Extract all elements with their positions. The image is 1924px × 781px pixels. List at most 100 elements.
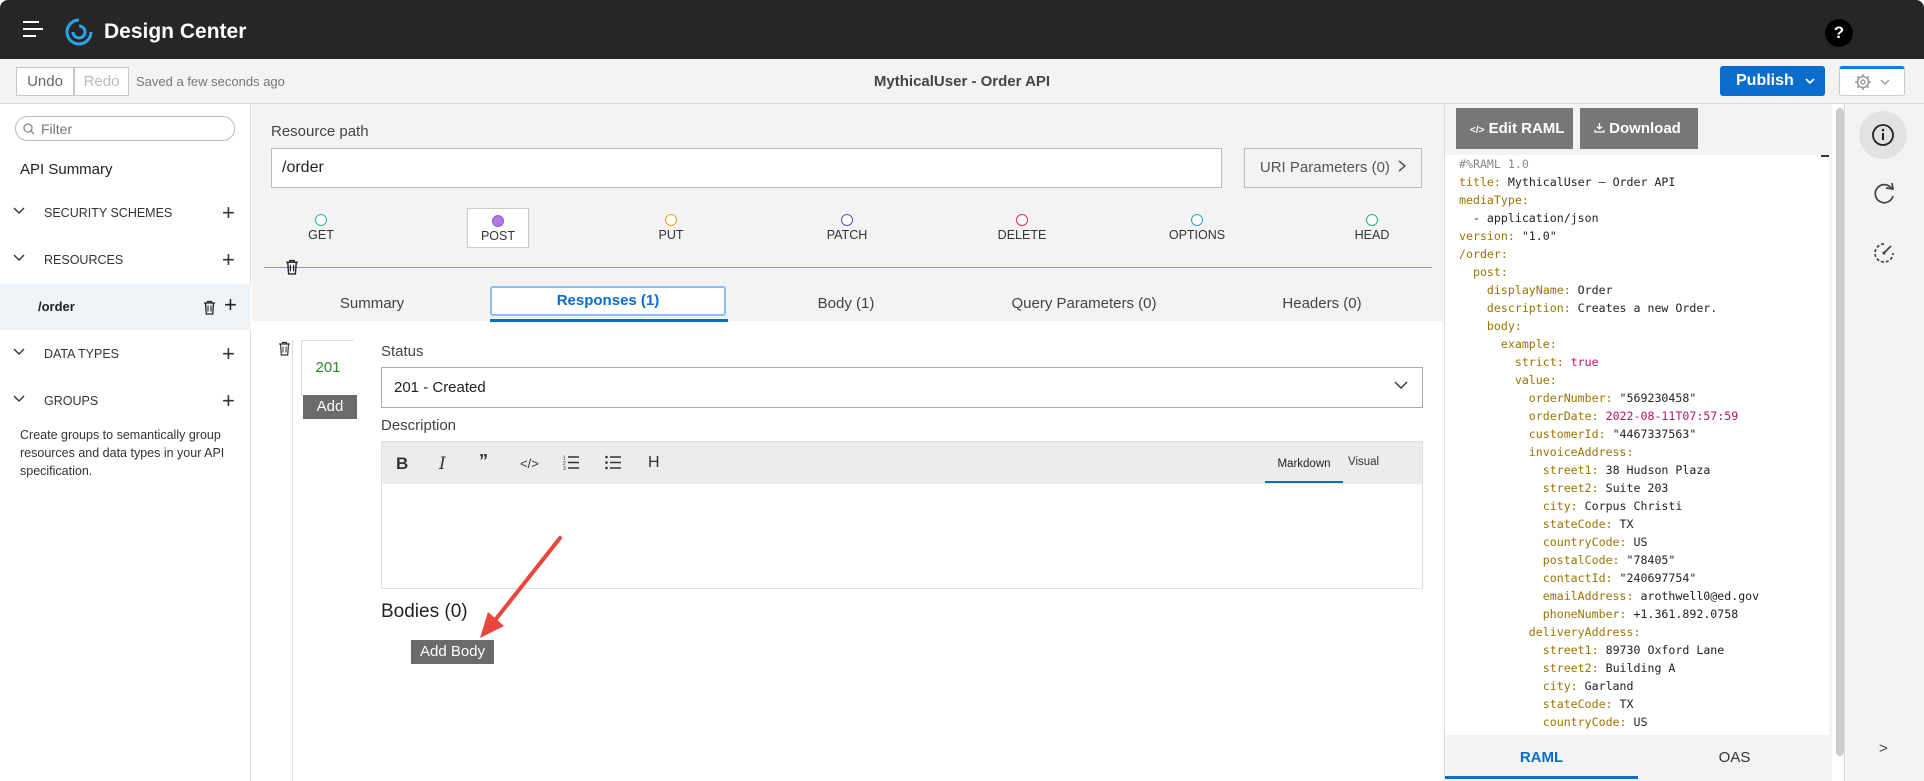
sidebar-item-order[interactable]: /order +	[0, 284, 251, 330]
chevron-down-icon	[13, 207, 25, 214]
menu-icon[interactable]	[23, 21, 43, 37]
api-summary-link[interactable]: API Summary	[20, 161, 113, 178]
linter-gauge-icon[interactable]	[1872, 241, 1896, 265]
tab-query-parameters[interactable]: Query Parameters (0)	[966, 287, 1202, 321]
raml-code-view[interactable]: #%RAML 1.0 title: MythicalUser – Order AP…	[1445, 155, 1829, 735]
editor-toolbar: B I ” </> 123 H Markdown Visual	[382, 442, 1422, 484]
heading-icon[interactable]: H	[648, 454, 660, 472]
chevron-right-icon	[1398, 160, 1407, 172]
description-editor[interactable]: B I ” </> 123 H Markdown Visual	[381, 441, 1423, 589]
add-body-button[interactable]: Add Body	[411, 640, 494, 664]
filter-input[interactable]	[15, 116, 235, 141]
tab-summary[interactable]: Summary	[254, 287, 490, 321]
method-post[interactable]: POST	[467, 208, 529, 248]
trash-icon[interactable]	[203, 300, 216, 315]
trash-icon[interactable]	[278, 341, 291, 356]
method-label: POST	[480, 229, 516, 243]
add-icon[interactable]: +	[222, 202, 235, 224]
response-code-tab[interactable]: 201	[301, 340, 354, 396]
bold-icon[interactable]: B	[396, 454, 408, 474]
chevron-down-icon	[1880, 79, 1890, 85]
section-data-types[interactable]: DATA TYPES +	[0, 335, 251, 375]
method-dot-icon	[1191, 214, 1203, 226]
quote-icon[interactable]: ”	[479, 451, 488, 472]
download-button[interactable]: Download	[1580, 108, 1698, 149]
tab-body[interactable]: Body (1)	[728, 287, 964, 321]
bullet-list-icon[interactable]	[605, 455, 622, 470]
tab-oas[interactable]: OAS	[1638, 738, 1831, 779]
method-delete[interactable]: DELETE	[982, 208, 1062, 242]
code-line: body:	[1459, 319, 1522, 333]
groups-help-text: Create groups to semantically group reso…	[20, 428, 225, 478]
trash-icon[interactable]	[285, 259, 299, 275]
method-patch[interactable]: PATCH	[807, 208, 887, 242]
section-resources[interactable]: RESOURCES +	[0, 241, 251, 281]
method-head[interactable]: HEAD	[1332, 208, 1412, 242]
method-dot-icon	[1366, 214, 1378, 226]
code-line: emailAddress: arothwell0@ed.gov	[1459, 589, 1760, 603]
uri-parameters-button[interactable]: URI Parameters (0)	[1244, 148, 1422, 188]
section-groups[interactable]: GROUPS +	[0, 382, 251, 422]
method-dot-icon	[1016, 214, 1028, 226]
method-label: OPTIONS	[1168, 228, 1226, 242]
tab-raml[interactable]: RAML	[1445, 738, 1638, 779]
code-line: street2: Building A	[1459, 661, 1676, 675]
method-label: DELETE	[997, 228, 1047, 242]
info-icon	[1872, 124, 1894, 146]
tab-headers[interactable]: Headers (0)	[1204, 287, 1440, 321]
code-line: /order:	[1459, 247, 1508, 261]
add-icon[interactable]: +	[224, 294, 237, 316]
method-dot-icon	[665, 214, 677, 226]
chevron-down-icon	[13, 348, 25, 355]
method-label: GET	[308, 228, 334, 242]
uri-parameters-label: URI Parameters (0)	[1259, 159, 1390, 176]
code-line: street1: 89730 Oxford Lane	[1459, 643, 1725, 657]
status-value: 201 - Created	[394, 379, 486, 396]
info-button[interactable]	[1859, 111, 1907, 159]
share-icon[interactable]	[1872, 182, 1896, 204]
save-status: Saved a few seconds ago	[136, 74, 285, 89]
undo-button[interactable]: Undo	[16, 67, 74, 96]
add-icon[interactable]: +	[222, 343, 235, 365]
edit-raml-button[interactable]: </> Edit RAML	[1456, 108, 1573, 149]
italic-icon[interactable]: I	[439, 454, 446, 474]
method-label: HEAD	[1354, 228, 1390, 242]
code-icon[interactable]: </>	[520, 456, 539, 471]
help-button[interactable]: ?	[1825, 19, 1853, 47]
tab-markdown[interactable]: Markdown	[1265, 453, 1343, 483]
download-icon	[1594, 123, 1605, 133]
code-line: postalCode: "78405"	[1459, 553, 1676, 567]
method-get[interactable]: GET	[281, 208, 361, 242]
description-label: Description	[381, 417, 457, 434]
section-label: GROUPS	[44, 394, 99, 408]
code-line: strict: true	[1459, 355, 1599, 369]
section-security-schemes[interactable]: SECURITY SCHEMES +	[0, 194, 251, 234]
tab-visual[interactable]: Visual	[1348, 456, 1379, 468]
redo-button[interactable]: Redo	[74, 67, 129, 96]
raml-scrollbar[interactable]	[1836, 108, 1844, 756]
method-put[interactable]: PUT	[631, 208, 711, 242]
code-line: street1: 38 Hudson Plaza	[1459, 463, 1711, 477]
code-line: title: MythicalUser – Order API	[1459, 175, 1676, 189]
resource-header: Resource path /order URI Parameters (0) …	[252, 104, 1444, 322]
settings-menu-button[interactable]	[1839, 66, 1905, 96]
code-line: invoiceAddress:	[1459, 445, 1634, 459]
add-icon[interactable]: +	[222, 390, 235, 412]
code-line: #%RAML 1.0	[1459, 157, 1529, 171]
expand-panel-chevron-icon[interactable]: >	[1879, 740, 1888, 757]
ordered-list-icon[interactable]: 123	[563, 455, 580, 470]
method-options[interactable]: OPTIONS	[1157, 208, 1237, 242]
publish-button[interactable]: Publish	[1720, 66, 1825, 96]
app-header: Design Center ?	[0, 0, 1924, 59]
add-response-button[interactable]: Add	[303, 395, 357, 419]
status-label: Status	[381, 343, 424, 360]
status-select[interactable]: 201 - Created	[381, 367, 1423, 408]
add-icon[interactable]: +	[222, 249, 235, 271]
code-line: mediaType:	[1459, 193, 1529, 207]
method-dot-icon	[492, 215, 504, 227]
chevron-down-icon	[1394, 381, 1408, 389]
resource-label: /order	[38, 299, 75, 314]
resource-path-input[interactable]: /order	[271, 148, 1222, 188]
method-dot-icon	[841, 214, 853, 226]
tab-responses[interactable]: Responses (1)	[490, 286, 726, 316]
